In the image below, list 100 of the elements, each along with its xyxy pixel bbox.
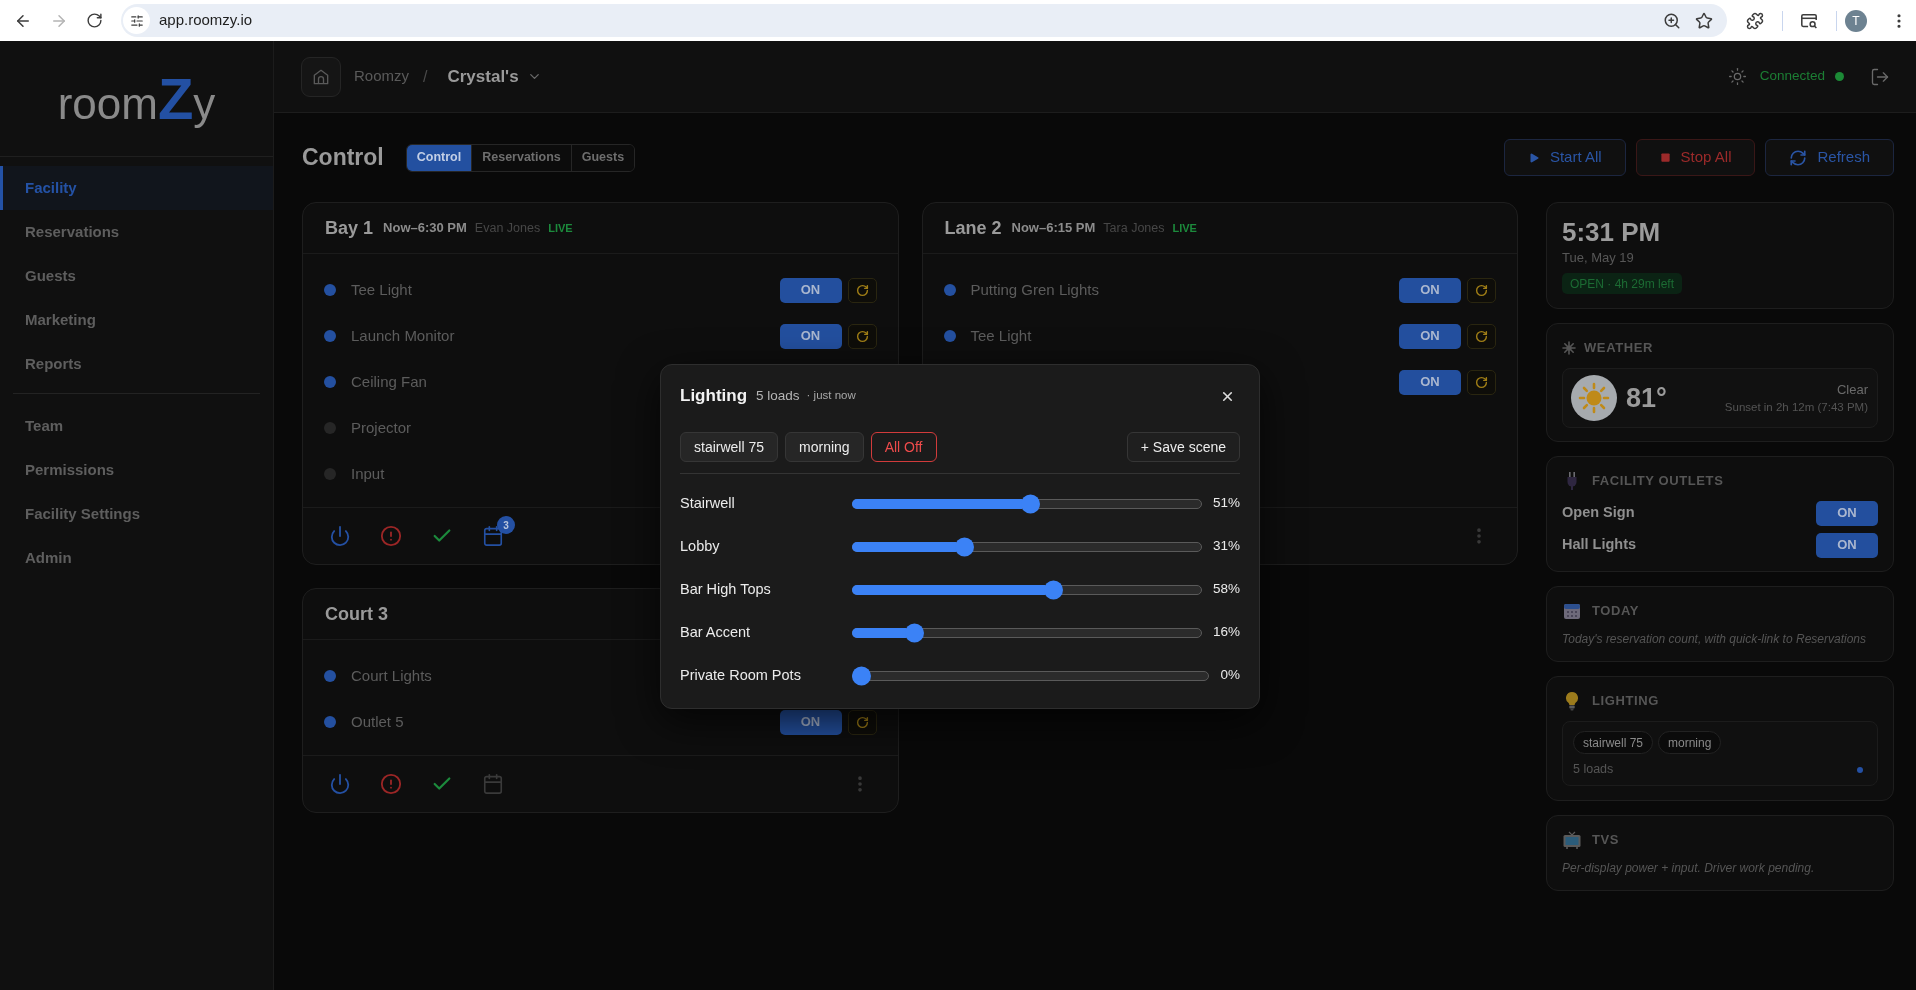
page-title: Control <box>302 143 384 173</box>
refresh-icon <box>1789 148 1808 167</box>
home-button[interactable] <box>301 56 341 97</box>
toggle-button[interactable]: ON <box>779 277 842 303</box>
temperature: 81° <box>1626 381 1667 415</box>
refresh-button[interactable] <box>847 277 877 303</box>
refresh-button[interactable] <box>1467 323 1496 349</box>
dialog-title: Lighting <box>680 385 748 408</box>
nav-item[interactable]: Facility Settings <box>0 492 273 536</box>
bookmark-star-icon[interactable] <box>1695 11 1713 30</box>
toggle-button[interactable]: ON <box>1816 532 1878 558</box>
address-bar[interactable]: app.roomzy.io <box>121 4 1727 37</box>
save-scene-button[interactable]: + Save scene <box>1126 432 1240 462</box>
scene-chip[interactable]: stairwell 75 <box>1573 731 1654 754</box>
toggle-button[interactable]: ON <box>779 709 842 735</box>
view-tab[interactable]: Control <box>406 144 472 171</box>
widget-title: LIGHTING <box>1592 692 1659 711</box>
toggle-button[interactable]: ON <box>1399 277 1461 303</box>
slider-thumb[interactable] <box>904 623 924 642</box>
room-name: Bay 1 <box>325 216 374 240</box>
toggle-button[interactable]: ON <box>1399 323 1461 349</box>
nav-item[interactable]: Guests <box>0 254 273 298</box>
refresh-icon <box>1475 283 1488 297</box>
date-text: Tue, May 19 <box>1562 249 1634 266</box>
device-name: Court Lights <box>351 665 432 686</box>
room-name: Court 3 <box>325 602 388 626</box>
tab-search-icon[interactable] <box>1800 11 1818 30</box>
calendar-icon[interactable] <box>482 525 504 547</box>
extensions-icon[interactable] <box>1746 11 1764 30</box>
refresh-button[interactable] <box>847 323 877 349</box>
weather-condition: Clear <box>1836 381 1868 399</box>
count-badge: 3 <box>497 516 515 534</box>
nav-item[interactable]: Team <box>0 404 273 448</box>
widget-title: FACILITY OUTLETS <box>1592 472 1724 491</box>
device-name: Putting Gren Lights <box>970 279 1099 300</box>
alert-icon[interactable] <box>380 773 402 795</box>
nav-item[interactable]: Permissions <box>0 448 273 492</box>
nav-item[interactable]: Reports <box>0 342 273 386</box>
profile-avatar[interactable]: T <box>1845 9 1867 32</box>
refresh-button[interactable] <box>847 709 877 735</box>
calendar-icon <box>1562 601 1582 621</box>
nav-item[interactable]: Reservations <box>0 210 273 254</box>
toggle-button[interactable]: ON <box>1399 369 1461 395</box>
nav-item[interactable]: Marketing <box>0 298 273 342</box>
outlet-name: Open Sign <box>1562 503 1635 523</box>
load-count: 5 loads <box>756 386 800 405</box>
live-label: LIVE <box>1172 220 1197 236</box>
load-name: Lobby <box>680 536 721 556</box>
device-name: Projector <box>351 417 412 438</box>
guest-name: Tara Jones <box>1103 219 1165 237</box>
card-note: Per-display power + input. Driver work pending. <box>1562 860 1815 877</box>
power-icon[interactable] <box>329 525 351 547</box>
action-button[interactable]: Start All <box>1503 139 1626 176</box>
scene-button[interactable]: morning <box>785 432 864 462</box>
outlet-name: Hall Lights <box>1562 535 1637 555</box>
widget-title: TODAY <box>1592 602 1640 621</box>
live-label: LIVE <box>548 220 573 236</box>
level-value: 51% <box>1212 494 1240 513</box>
stop-icon <box>1659 152 1671 163</box>
facility-selector[interactable]: Crystal's <box>447 63 542 90</box>
refresh-button[interactable] <box>1467 277 1496 303</box>
slider-thumb[interactable] <box>1020 494 1040 513</box>
booking-time: Now–6:15 PM <box>1011 219 1096 238</box>
device-name: Launch Monitor <box>351 325 455 346</box>
scene-button[interactable]: All Off <box>870 432 937 462</box>
nav-item[interactable]: Admin <box>0 536 273 580</box>
sun-icon <box>1562 341 1576 355</box>
widget-title: TVS <box>1592 831 1620 850</box>
site-settings-icon[interactable] <box>123 7 150 34</box>
slider-thumb[interactable] <box>954 537 974 556</box>
view-tab[interactable]: Guests <box>570 144 635 171</box>
refresh-icon <box>855 283 869 297</box>
breadcrumb-link[interactable]: Roomzy <box>354 65 409 88</box>
power-icon[interactable] <box>329 773 351 795</box>
load-name: Bar High Tops <box>680 579 772 599</box>
logout-icon[interactable] <box>1870 66 1890 87</box>
load-name: Bar Accent <box>680 622 752 642</box>
reload-icon[interactable] <box>86 12 103 29</box>
open-status-badge: OPEN · 4h 29m left <box>1562 273 1683 294</box>
sunset-time: Sunset in 2h 12m (7:43 PM) <box>1724 400 1868 415</box>
scene-button[interactable]: stairwell 75 <box>680 432 779 462</box>
slider-thumb[interactable] <box>1043 580 1063 599</box>
level-value: 58% <box>1212 580 1240 599</box>
refresh-icon <box>855 329 869 343</box>
guest-name: Evan Jones <box>474 219 541 237</box>
nav-item[interactable]: Facility <box>0 166 273 210</box>
action-button[interactable]: Stop All <box>1635 139 1756 176</box>
slider-thumb[interactable] <box>852 666 871 685</box>
scene-chip[interactable]: morning <box>1658 731 1722 754</box>
action-button[interactable]: Refresh <box>1765 139 1894 176</box>
alert-icon[interactable] <box>380 525 402 547</box>
device-name: Tee Light <box>970 325 1032 346</box>
toggle-button[interactable]: ON <box>1816 500 1878 526</box>
refresh-icon <box>1475 329 1488 343</box>
toggle-button[interactable]: ON <box>779 323 842 349</box>
zoom-icon[interactable] <box>1663 11 1681 30</box>
load-count: 5 loads <box>1573 761 1614 779</box>
sun-icon[interactable] <box>1727 67 1747 86</box>
refresh-button[interactable] <box>1467 369 1496 395</box>
bulb-icon <box>1565 691 1579 711</box>
